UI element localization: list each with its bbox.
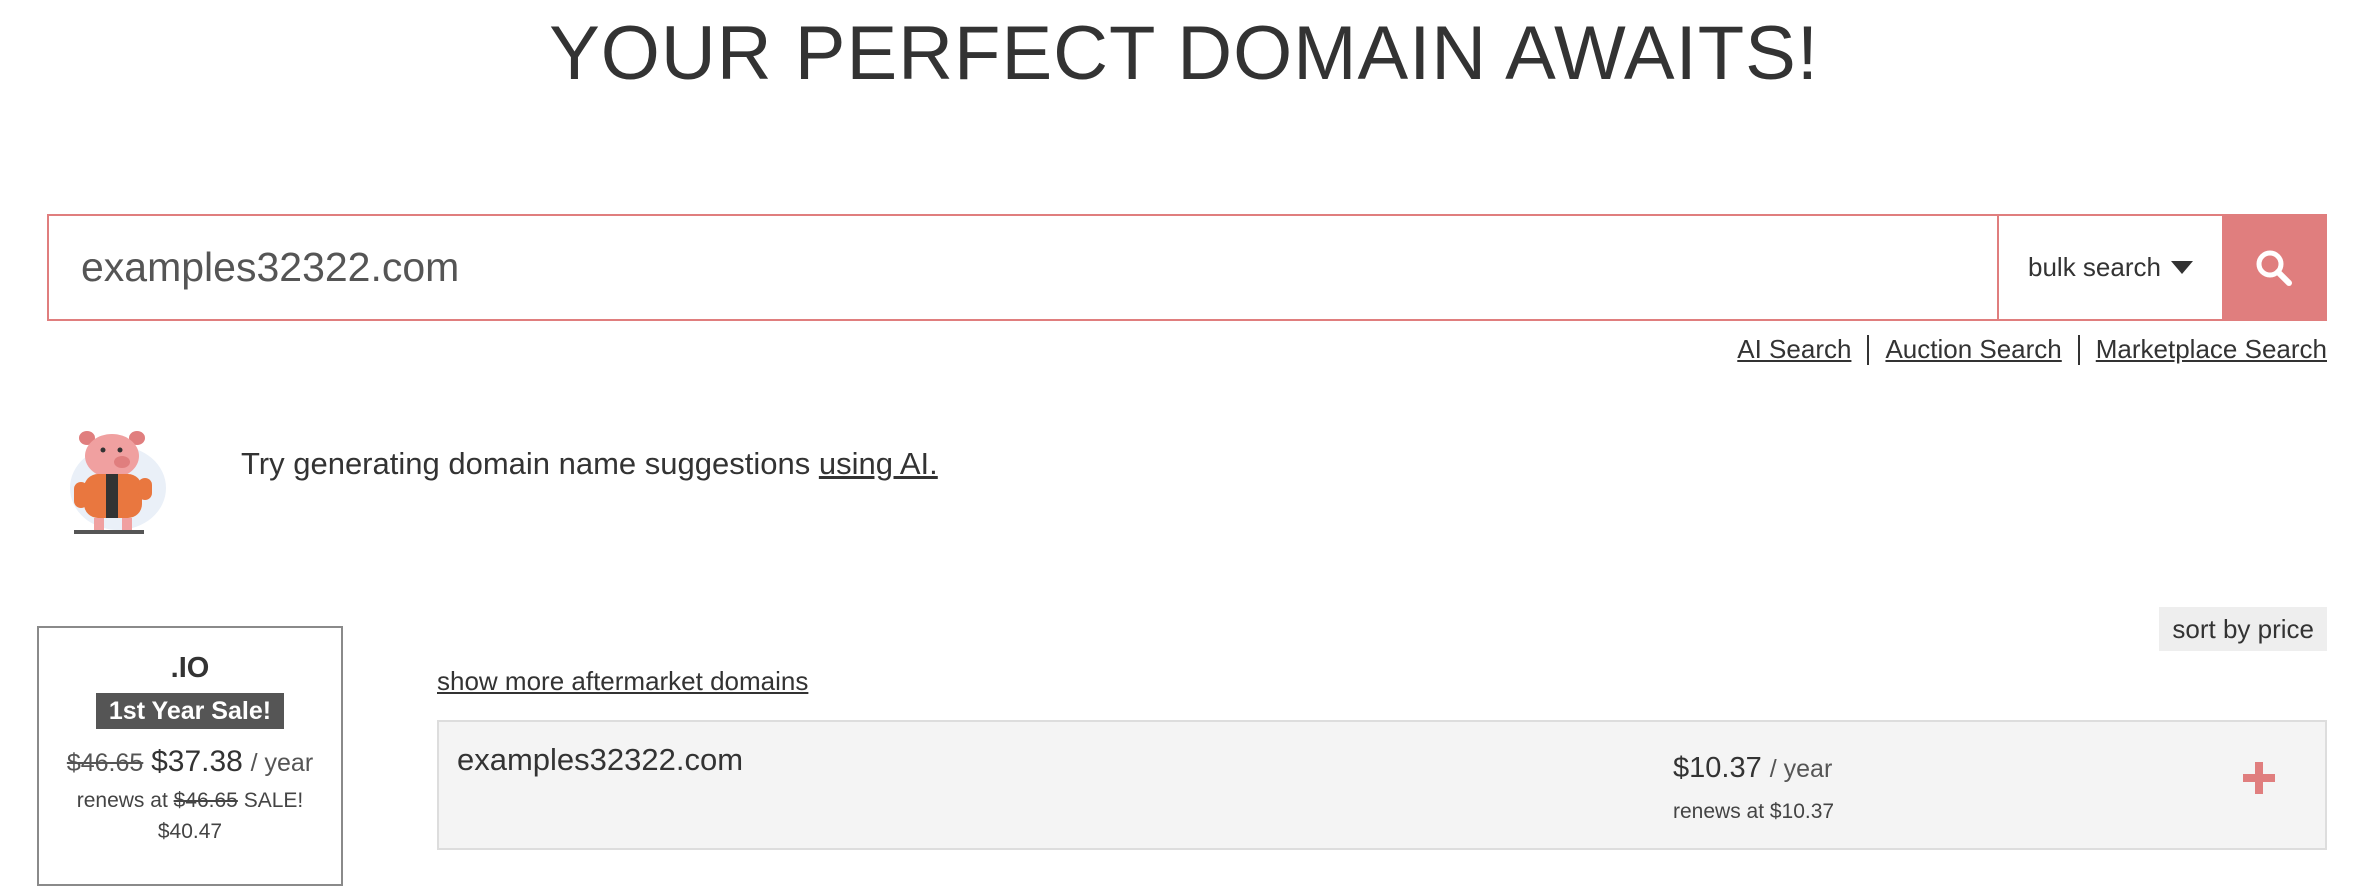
tld-old-price: $46.65 (66, 749, 144, 777)
result-price-value: $10.37 (1673, 752, 1762, 784)
bulk-search-dropdown[interactable]: bulk search (1997, 216, 2222, 319)
tld-sale-price: $37.38 (151, 745, 243, 778)
tld-price-period: / year (250, 749, 314, 777)
tld-price: $46.65 $37.38 / year (39, 745, 341, 779)
auction-search-link[interactable]: Auction Search (1885, 334, 2061, 365)
add-to-cart-icon[interactable] (2239, 758, 2279, 798)
using-ai-link[interactable]: using AI. (819, 446, 938, 481)
marketplace-search-link[interactable]: Marketplace Search (2096, 334, 2327, 365)
tld-promo-card[interactable]: .IO 1st Year Sale! $46.65 $37.38 / year … (37, 626, 343, 886)
domain-result-row[interactable]: examples32322.com $10.37 / year renews a… (437, 720, 2327, 850)
ai-search-link[interactable]: AI Search (1737, 334, 1851, 365)
tld-renew-old-price: $46.65 (173, 789, 238, 812)
divider (1867, 334, 1870, 365)
show-more-aftermarket-link[interactable]: show more aftermarket domains (437, 666, 808, 697)
tld-name: .IO (170, 652, 210, 684)
search-button[interactable] (2222, 216, 2325, 319)
divider (2077, 334, 2080, 365)
ai-prompt-text: Try generating domain name suggestions (241, 446, 819, 481)
domain-search-input[interactable] (49, 216, 1997, 319)
sort-by-price-button[interactable]: sort by price (2159, 607, 2327, 651)
result-price-period: / year (1769, 755, 1833, 783)
tld-renewal: renews at $46.65 SALE! $40.47 (39, 785, 341, 847)
result-renewal: renews at $10.37 (1673, 800, 1835, 823)
sale-badge: 1st Year Sale! (95, 693, 285, 729)
result-domain-name: examples32322.com (457, 742, 744, 777)
search-icon (2256, 250, 2292, 286)
ai-suggestion-prompt: Try generating domain name suggestions u… (241, 446, 938, 482)
result-price: $10.37 / year (1673, 752, 1832, 785)
page-title: YOUR PERFECT DOMAIN AWAITS! (549, 11, 1819, 96)
domain-search-bar: bulk search (47, 214, 2327, 321)
pig-mascot-icon (70, 431, 166, 534)
tld-renew-sale-label: SALE! (243, 789, 304, 812)
tld-renew-price: $40.47 (157, 820, 223, 843)
caret-down-icon (2170, 261, 2193, 274)
search-type-links: AI Search Auction Search Marketplace Sea… (1737, 334, 2327, 365)
tld-renew-prefix: renews at (76, 789, 168, 812)
bulk-search-label: bulk search (2028, 252, 2161, 282)
